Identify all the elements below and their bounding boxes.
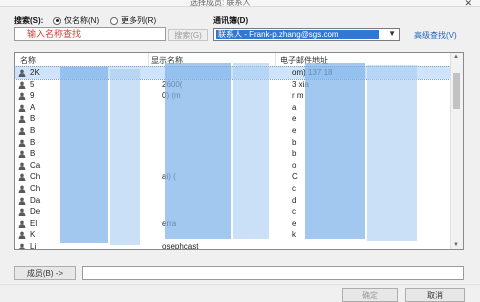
- radio-name-only-label: 仅名称(N): [64, 16, 100, 25]
- advanced-find-link[interactable]: 高级查找(V): [414, 30, 457, 41]
- close-icon[interactable]: ✕: [464, 0, 472, 9]
- privacy-blur: [110, 69, 140, 245]
- divider: [0, 284, 480, 285]
- column-divider[interactable]: [275, 53, 276, 66]
- person-icon: [18, 185, 26, 193]
- address-book-dropdown[interactable]: 联系人 - Frank-p.zhang@sgs.com ▼: [213, 28, 400, 41]
- search-button[interactable]: 搜索(G): [168, 29, 208, 41]
- privacy-blur: [165, 63, 231, 239]
- privacy-blur: [305, 63, 365, 239]
- radio-name-only[interactable]: 仅名称(N): [53, 15, 99, 26]
- person-icon: [18, 208, 26, 217]
- chevron-down-icon[interactable]: ▼: [388, 29, 396, 38]
- scroll-thumb[interactable]: [453, 73, 460, 109]
- person-icon: [18, 127, 26, 135]
- address-book-label: 通讯簿(D): [213, 16, 249, 25]
- window-title: 选择成员: 联系人: [190, 0, 251, 7]
- cell-display-name: osephcast: [162, 241, 199, 250]
- person-icon: [18, 115, 26, 124]
- person-icon: [18, 139, 26, 147]
- person-icon: [18, 220, 26, 228]
- person-icon: [18, 162, 26, 170]
- column-header-name[interactable]: 名称: [20, 55, 36, 66]
- privacy-blur: [233, 63, 269, 239]
- person-icon: [18, 150, 26, 159]
- search-input[interactable]: [14, 27, 166, 41]
- person-icon: [18, 197, 26, 205]
- person-icon: [18, 173, 26, 182]
- person-icon: [18, 243, 26, 249]
- column-divider[interactable]: [148, 53, 149, 66]
- privacy-blur: [367, 65, 417, 241]
- radio-unselected-icon[interactable]: [110, 16, 118, 25]
- radio-more-columns-label: 更多列(R): [121, 16, 157, 25]
- person-icon: [18, 231, 26, 240]
- person-icon: [18, 92, 26, 101]
- person-icon: [18, 81, 26, 89]
- person-icon: [18, 104, 26, 112]
- contact-list[interactable]: 名称 显示名称 电子邮件地址 2Kom) 137 1852600(3 xia90…: [14, 52, 464, 250]
- search-label: 搜索(S):: [14, 16, 44, 25]
- address-book-selected: 联系人 - Frank-p.zhang@sgs.com: [216, 30, 379, 39]
- radio-more-columns[interactable]: 更多列(R): [110, 15, 156, 26]
- members-button[interactable]: 成员(B) ->: [14, 266, 76, 280]
- scroll-up-icon[interactable]: ▲: [453, 54, 459, 60]
- privacy-blur: [60, 67, 108, 243]
- scroll-down-icon[interactable]: ▼: [453, 242, 459, 248]
- vertical-scrollbar[interactable]: ▲ ▼: [450, 53, 463, 249]
- person-icon: [18, 69, 26, 77]
- members-field[interactable]: [82, 266, 464, 280]
- title-bar: 选择成员: 联系人 ✕: [0, 0, 480, 9]
- radio-selected-icon[interactable]: [53, 16, 61, 25]
